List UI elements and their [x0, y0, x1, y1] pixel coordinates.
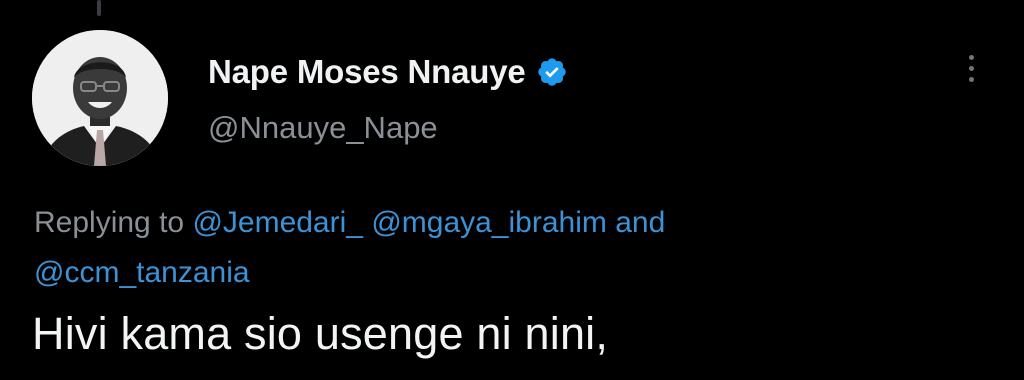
- reply-prefix: Replying to: [34, 206, 185, 239]
- thread-connector-line: [97, 0, 101, 16]
- mention-link[interactable]: @ccm_tanzania: [34, 256, 250, 289]
- more-vertical-icon: [968, 54, 974, 60]
- avatar[interactable]: [32, 30, 168, 166]
- more-vertical-icon-dot: [968, 65, 974, 71]
- reply-context: Replying to @Jemedari_ @mgaya_ibrahim an…: [34, 198, 934, 298]
- author-name-row[interactable]: Nape Moses Nnauye: [208, 50, 568, 94]
- mention-link[interactable]: @mgaya_ibrahim: [371, 206, 607, 239]
- tweet-text: Hivi kama sio usenge ni nini,: [32, 308, 609, 359]
- verified-badge-icon: [536, 56, 568, 88]
- mention-link[interactable]: @Jemedari_: [192, 206, 363, 239]
- more-vertical-icon-dot: [968, 76, 974, 82]
- more-options-button[interactable]: [956, 48, 986, 88]
- reply-conjunction[interactable]: and: [615, 206, 665, 239]
- author-display-name[interactable]: Nape Moses Nnauye: [208, 53, 526, 91]
- profile-photo-icon: [32, 30, 168, 166]
- author-handle[interactable]: @Nnauye_Nape: [208, 110, 438, 146]
